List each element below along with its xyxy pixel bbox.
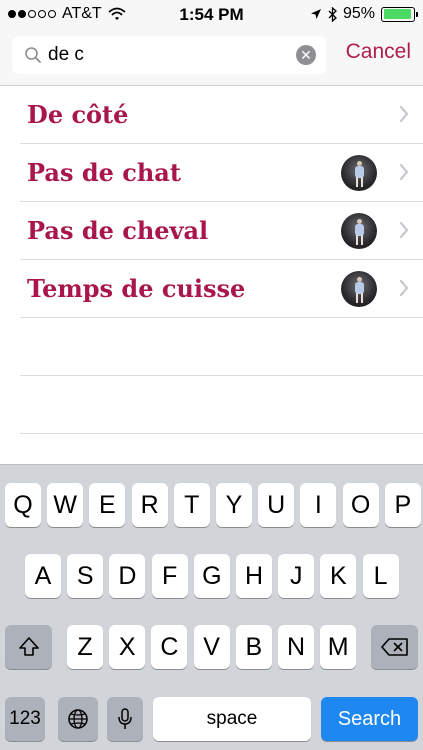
key-v[interactable]: V	[193, 625, 230, 669]
keyboard: 123 space Search QWERTYUIOP ASDFGHJKL ZXCV…	[0, 464, 423, 750]
key-x[interactable]: X	[109, 625, 146, 669]
key-t[interactable]: T	[173, 483, 210, 527]
key-q[interactable]: Q	[5, 483, 41, 527]
battery-fill	[383, 9, 412, 19]
dictation-key[interactable]	[107, 697, 143, 741]
microphone-icon	[118, 708, 132, 729]
bluetooth-icon	[328, 6, 337, 22]
location-arrow-icon	[310, 9, 321, 19]
space-key[interactable]: space	[153, 697, 311, 741]
shift-icon	[18, 637, 39, 656]
key-g[interactable]: G	[193, 554, 230, 598]
key-y[interactable]: Y	[216, 483, 252, 527]
key-o[interactable]: O	[342, 483, 379, 527]
key-e[interactable]: E	[89, 483, 126, 527]
list-item-label: Pas de chat	[27, 158, 181, 187]
key-h[interactable]: H	[236, 554, 272, 598]
list-item[interactable]: De côté	[20, 86, 423, 144]
list-item-label: Temps de cuisse	[27, 274, 246, 303]
globe-icon	[68, 709, 88, 729]
globe-key[interactable]	[58, 697, 98, 741]
search-header: de c ✕ Cancel	[0, 30, 423, 86]
key-c[interactable]: C	[151, 625, 188, 669]
thumbnail-figure-legs	[356, 235, 363, 245]
dancer-thumbnail	[341, 213, 377, 249]
key-i[interactable]: I	[300, 483, 337, 527]
chevron-right-icon	[399, 163, 409, 181]
list-item[interactable]: Temps de cuisse	[20, 260, 423, 318]
key-k[interactable]: K	[320, 554, 357, 598]
key-f[interactable]: F	[151, 554, 188, 598]
search-input[interactable]: de c	[48, 44, 84, 66]
empty-list-row	[20, 318, 423, 376]
key-a[interactable]: A	[25, 554, 61, 598]
chevron-right-icon	[399, 105, 409, 123]
cancel-button[interactable]: Cancel	[346, 40, 411, 64]
clear-search-icon[interactable]: ✕	[296, 45, 316, 65]
key-m[interactable]: M	[320, 625, 357, 669]
numbers-key[interactable]: 123	[5, 697, 45, 741]
key-b[interactable]: B	[235, 625, 272, 669]
results-list: De côté Pas de chat Pas de cheval Temps de …	[0, 86, 423, 434]
search-field[interactable]: de c ✕	[12, 36, 326, 74]
list-item-label: Pas de cheval	[27, 216, 209, 245]
dancer-thumbnail	[341, 271, 377, 307]
status-bar: AT&T 1:54 PM 95%	[0, 0, 423, 30]
search-key[interactable]: Search	[321, 697, 418, 741]
empty-list-row	[20, 376, 423, 434]
list-item-label: De côté	[27, 100, 129, 129]
shift-key[interactable]	[5, 625, 52, 669]
key-r[interactable]: R	[131, 483, 168, 527]
key-d[interactable]: D	[109, 554, 146, 598]
key-j[interactable]: J	[278, 554, 315, 598]
key-n[interactable]: N	[278, 625, 314, 669]
delete-key[interactable]	[371, 625, 418, 669]
chevron-right-icon	[399, 279, 409, 297]
chevron-right-icon	[399, 221, 409, 239]
battery-percent: 95%	[342, 5, 375, 22]
key-z[interactable]: Z	[67, 625, 103, 669]
list-item[interactable]: Pas de cheval	[20, 202, 423, 260]
search-icon	[25, 47, 41, 63]
status-right: 95%	[310, 5, 418, 23]
key-w[interactable]: W	[47, 483, 84, 527]
thumbnail-figure-legs	[356, 293, 363, 303]
thumbnail-figure-legs	[356, 177, 363, 187]
backspace-icon	[380, 638, 408, 656]
key-p[interactable]: P	[384, 483, 421, 527]
key-s[interactable]: S	[67, 554, 104, 598]
battery-icon	[381, 6, 418, 22]
key-u[interactable]: U	[258, 483, 295, 527]
list-item[interactable]: Pas de chat	[20, 144, 423, 202]
key-l[interactable]: L	[362, 554, 399, 598]
dancer-thumbnail	[341, 155, 377, 191]
